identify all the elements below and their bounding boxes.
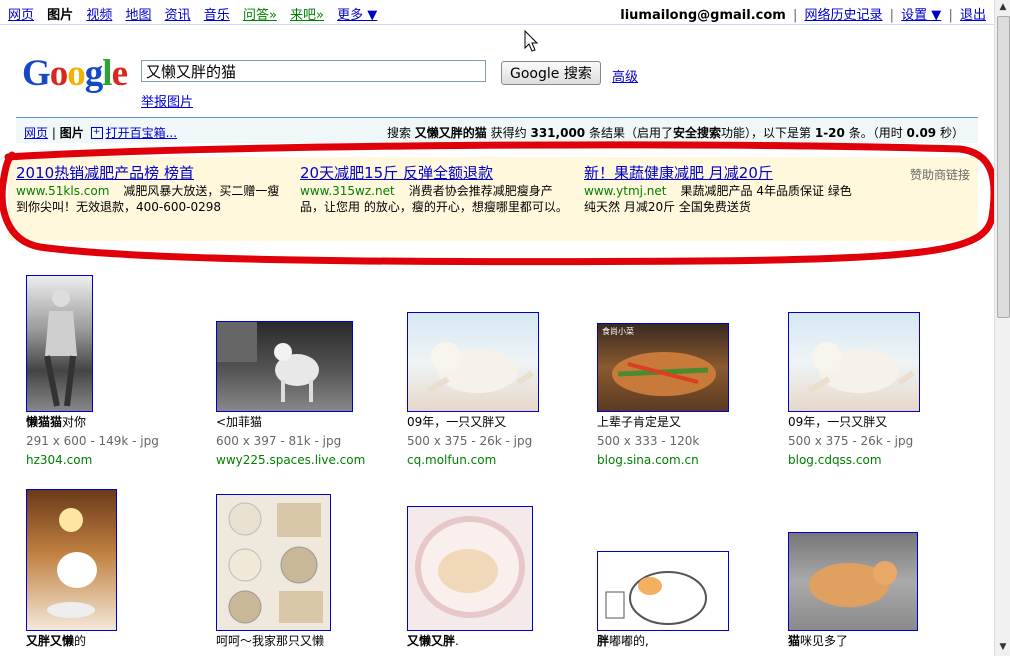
result-caption-7: 呵呵～我家那只又懒 (216, 634, 325, 648)
ad-title[interactable]: 20天减肥15斤 反弹全额退款 (300, 165, 570, 181)
result-caption-10: 猫咪见多了 (788, 634, 849, 648)
ad-title[interactable]: 新！果蔬健康减肥 月减20斤 (584, 165, 854, 181)
report-images-link[interactable]: 举报图片 (141, 91, 193, 110)
result-thumb-6[interactable] (26, 489, 117, 631)
ad-title[interactable]: 2010热销减肥产品榜 榜首 (16, 165, 286, 181)
ad-url: www.315wz.net (300, 184, 395, 198)
hamster-cup-image (415, 516, 525, 618)
result-thumb-10[interactable] (788, 532, 918, 631)
result-thumb-2[interactable] (216, 321, 353, 412)
search-button[interactable]: Google 搜索 (501, 61, 601, 85)
thumb-watermark: 食尚小菜 (602, 326, 634, 336)
result-caption-8: 又懒又胖. (407, 634, 459, 648)
plus-icon[interactable]: + (90, 126, 103, 139)
tab-web[interactable]: 网页 (24, 126, 48, 140)
nav-maps[interactable]: 地图 (125, 8, 151, 23)
nav-answers[interactable]: 问答» (243, 8, 277, 23)
scroll-up-icon[interactable]: ▲ (997, 2, 1009, 14)
cartoon-cat-image (605, 571, 707, 625)
nav-laiba[interactable]: 来吧» (290, 8, 324, 23)
top-bar: 网页 图片 视频 地图 资讯 音乐 问答» 来吧» 更多 ▼ liumailon… (0, 0, 994, 25)
ad-item: 新！果蔬健康减肥 月减20斤 www.ytmj.net 果蔬减肥产品 4年品质保证… (584, 165, 854, 215)
nav-music[interactable]: 音乐 (204, 8, 230, 23)
search-input[interactable] (141, 60, 486, 82)
knight-figure-image (44, 289, 77, 407)
advanced-search-link[interactable]: 高级 (612, 66, 638, 85)
result-thumb-5[interactable] (788, 312, 920, 412)
teapot-cup-image (47, 508, 97, 618)
stretching-cat-image (426, 342, 534, 394)
mouse-cursor-icon (524, 30, 539, 52)
result-thumb-9[interactable] (597, 551, 729, 631)
result-thumb-8[interactable] (407, 506, 533, 631)
sponsor-label: 赞助商链接 (909, 168, 970, 182)
result-caption-3: 09年，一只又胖又 500 x 375 - 26k - jpg cq.molfu… (407, 415, 533, 467)
nav-news[interactable]: 资讯 (165, 8, 191, 23)
results-summary: 搜索 又懒又胖的猫 获得约 331,000 条结果（启用了安全搜索功能），以下是… (386, 126, 964, 140)
fish-dish-image: 食尚小菜 (602, 326, 716, 396)
google-logo[interactable]: Google (22, 55, 128, 92)
account-bar: liumailong@gmail.com | 网络历史记录 | 设置 ▼ | 退… (620, 8, 986, 23)
result-thumb-3[interactable] (407, 312, 539, 412)
ad-url: www.51kls.com (16, 184, 110, 198)
signout-link[interactable]: 退出 (960, 8, 986, 23)
result-caption-5: 09年，一只又胖又 500 x 375 - 26k - jpg blog.cdq… (788, 415, 914, 467)
result-thumb-4[interactable]: 食尚小菜 (597, 323, 729, 412)
result-thumb-7[interactable] (216, 494, 331, 631)
results-bar: 网页 | 图片 + 打开百宝箱... 搜索 又懒又胖的猫 获得约 331,000 … (16, 117, 978, 143)
ad-item: 2010热销减肥产品榜 榜首 www.51kls.com 减肥风暴大放送，买二赠一… (16, 165, 286, 215)
ad-item: 20天减肥15斤 反弹全额退款 www.315wz.net 消费者协会推荐减肥瘦身… (300, 165, 570, 215)
nav-web[interactable]: 网页 (8, 8, 34, 23)
sleeping-cat-image (809, 561, 897, 607)
top-nav: 网页 图片 视频 地图 资讯 音乐 问答» 来吧» 更多 ▼ (8, 4, 386, 23)
settings-link[interactable]: 设置 ▼ (901, 8, 941, 23)
ad-url: www.ytmj.net (584, 184, 667, 198)
sponsored-ads: 2010热销减肥产品榜 榜首 www.51kls.com 减肥风暴大放送，买二赠一… (8, 157, 978, 241)
vertical-scrollbar[interactable]: ▲ ▼ (994, 0, 1010, 656)
result-caption-4: 上辈子肯定是又 500 x 333 - 120k blog.sina.com.c… (597, 415, 700, 467)
nav-images[interactable]: 图片 (47, 8, 73, 23)
result-caption-6: 又胖又懒的 (26, 634, 87, 648)
history-link[interactable]: 网络历史记录 (804, 8, 882, 23)
tab-images[interactable]: 图片 (60, 126, 84, 140)
dog-on-street-image (217, 322, 319, 402)
nav-more[interactable]: 更多 ▼ (337, 8, 377, 23)
stretching-cat-image (807, 342, 915, 394)
scroll-down-icon[interactable]: ▼ (997, 642, 1009, 654)
dumplings-collage-image (228, 502, 323, 624)
nav-video[interactable]: 视频 (86, 8, 112, 23)
scrollbar-thumb[interactable] (997, 16, 1010, 318)
result-caption-1: 懒猫猫对你 291 x 600 - 149k - jpg hz304.com (26, 415, 159, 467)
account-email: liumailong@gmail.com (620, 8, 786, 23)
result-caption-9: 胖嘟嘟的, (597, 634, 649, 648)
result-thumb-1[interactable] (26, 275, 93, 412)
result-caption-2: <加菲猫 600 x 397 - 81k - jpg wwy225.spaces… (216, 415, 366, 467)
toolbox-link[interactable]: 打开百宝箱... (106, 126, 177, 140)
